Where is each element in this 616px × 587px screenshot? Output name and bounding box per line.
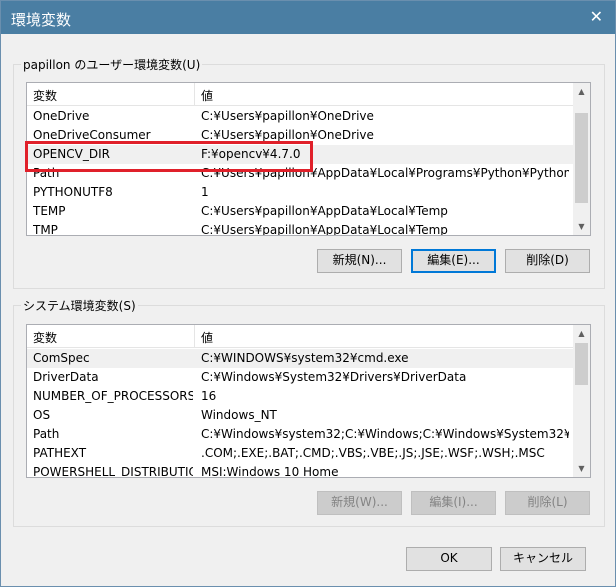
table-row[interactable]: POWERSHELL_DISTRIBUTIO... MSI:Windows 10 … (27, 463, 573, 477)
table-row-selected[interactable]: OPENCV_DIR F:¥opencv¥4.7.0 (27, 145, 573, 164)
user-list-header: 変数 値 (27, 83, 573, 106)
table-row[interactable]: Path C:¥Users¥papillon¥AppData¥Local¥Prog… (27, 164, 573, 183)
system-list-scrollbar[interactable]: ▲ ▼ (573, 325, 590, 477)
table-row[interactable]: NUMBER_OF_PROCESSORS 16 (27, 387, 573, 406)
scroll-up-icon[interactable]: ▲ (573, 325, 590, 342)
column-header-name[interactable]: 変数 (33, 329, 57, 346)
table-row[interactable]: PYTHONUTF8 1 (27, 183, 573, 202)
title-bar[interactable]: 環境変数 ✕ (1, 1, 615, 34)
user-delete-button[interactable]: 削除(D) (505, 249, 590, 273)
table-row[interactable]: DriverData C:¥Windows¥System32¥Drivers¥Dr… (27, 368, 573, 387)
user-list-scrollbar[interactable]: ▲ ▼ (573, 83, 590, 235)
system-new-button[interactable]: 新規(W)... (317, 491, 402, 515)
environment-variables-dialog: 環境変数 ✕ papillon のユーザー環境変数(U) 変数 値 OneDri… (0, 0, 616, 587)
user-new-button[interactable]: 新規(N)... (317, 249, 402, 273)
table-row[interactable]: OneDriveConsumer C:¥Users¥papillon¥OneDri… (27, 126, 573, 145)
system-list-header: 変数 値 (27, 325, 573, 348)
system-delete-button[interactable]: 削除(L) (505, 491, 590, 515)
column-divider[interactable] (194, 83, 195, 105)
table-row[interactable]: PATHEXT .COM;.EXE;.BAT;.CMD;.VBS;.VBE;.JS… (27, 444, 573, 463)
close-icon[interactable]: ✕ (590, 7, 603, 26)
column-header-name[interactable]: 変数 (33, 87, 57, 104)
system-variables-label: システム環境変数(S) (21, 297, 138, 314)
table-row[interactable]: OS Windows_NT (27, 406, 573, 425)
table-row[interactable]: OneDrive C:¥Users¥papillon¥OneDrive (27, 107, 573, 126)
table-row[interactable]: Path C:¥Windows¥system32;C:¥Windows;C:¥Wi… (27, 425, 573, 444)
window-title: 環境変数 (11, 11, 72, 29)
ok-button[interactable]: OK (406, 547, 492, 571)
cancel-button[interactable]: キャンセル (500, 547, 586, 571)
user-variables-label: papillon のユーザー環境変数(U) (21, 56, 203, 73)
user-variables-list[interactable]: 変数 値 OneDrive C:¥Users¥papillon¥OneDrive … (26, 82, 591, 236)
system-edit-button[interactable]: 編集(I)... (411, 491, 496, 515)
user-edit-button[interactable]: 編集(E)... (411, 249, 496, 273)
scroll-down-icon[interactable]: ▼ (573, 460, 590, 477)
scroll-up-icon[interactable]: ▲ (573, 83, 590, 100)
scroll-thumb[interactable] (575, 343, 588, 385)
scroll-thumb[interactable] (575, 113, 588, 203)
column-divider[interactable] (194, 325, 195, 347)
scroll-down-icon[interactable]: ▼ (573, 218, 590, 235)
system-variables-list[interactable]: 変数 値 ComSpec C:¥WINDOWS¥system32¥cmd.exe … (26, 324, 591, 478)
column-header-value[interactable]: 値 (201, 87, 213, 104)
table-row-selected[interactable]: ComSpec C:¥WINDOWS¥system32¥cmd.exe (27, 349, 573, 368)
table-row[interactable]: TEMP C:¥Users¥papillon¥AppData¥Local¥Temp (27, 202, 573, 221)
column-header-value[interactable]: 値 (201, 329, 213, 346)
table-row[interactable]: TMP C:¥Users¥papillon¥AppData¥Local¥Temp (27, 221, 573, 235)
